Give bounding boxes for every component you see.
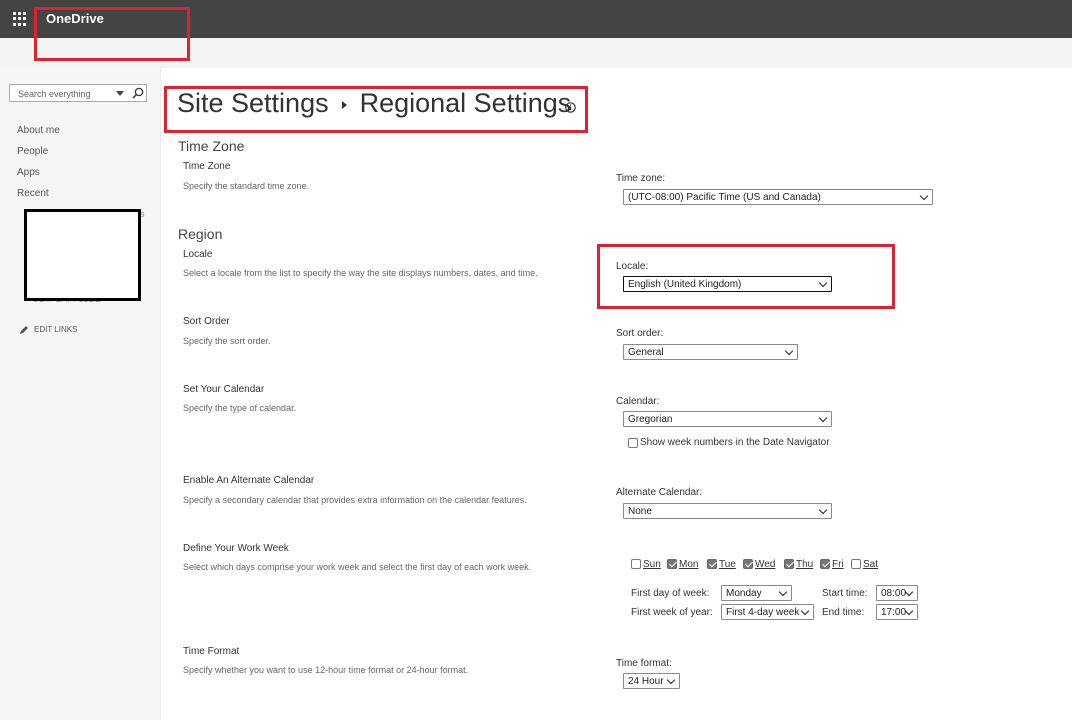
day-label-wed[interactable]: Wed — [755, 559, 775, 570]
time-zone-select[interactable]: (UTC-08:00) Pacific Time (US and Canada) — [623, 189, 933, 205]
day-label-sat[interactable]: Sat — [863, 559, 878, 570]
day-checkbox-mon[interactable] — [667, 559, 677, 569]
setting-desc-time-zone: Specify the standard time zone. — [183, 181, 310, 191]
chevron-down-icon — [778, 587, 788, 597]
end-time-value: 17:00 — [881, 607, 907, 618]
time-format-select[interactable]: 24 Hour — [623, 673, 680, 689]
day-checkbox-wed[interactable] — [743, 559, 753, 569]
setting-desc-work-week: Select which days comprise your work wee… — [183, 562, 532, 572]
left-navigation — [0, 68, 161, 720]
start-time-value: 08:00 — [881, 588, 907, 599]
alternate-calendar-select[interactable]: None — [623, 503, 832, 519]
search-icon[interactable] — [132, 87, 144, 99]
day-label-sun[interactable]: Sun — [643, 559, 661, 570]
search-scope-chevron-icon[interactable] — [116, 91, 124, 96]
first-day-value: Monday — [726, 588, 762, 599]
edit-links-button[interactable]: EDIT LINKS — [19, 325, 77, 335]
redaction-box — [24, 209, 141, 301]
sort-order-value: General — [628, 347, 664, 358]
time-format-value: 24 Hour — [628, 676, 664, 687]
calendar-value: Gregorian — [628, 414, 673, 425]
highlight-box-app-name — [34, 7, 190, 61]
time-format-label: Time format: — [616, 658, 672, 669]
sort-order-label: Sort order: — [616, 328, 664, 339]
day-label-mon[interactable]: Mon — [679, 559, 698, 570]
calendar-label: Calendar: — [616, 396, 660, 407]
pencil-icon — [20, 326, 28, 334]
day-checkbox-thu[interactable] — [784, 559, 794, 569]
app-launcher-icon[interactable] — [13, 12, 27, 26]
first-day-select[interactable]: Monday — [721, 585, 792, 601]
end-time-select[interactable]: 17:00 — [876, 604, 918, 620]
week-numbers-checkbox[interactable] — [628, 438, 638, 448]
chevron-down-icon — [818, 413, 828, 423]
setting-desc-time-format: Specify whether you want to use 12-hour … — [183, 665, 469, 675]
day-checkbox-sun[interactable] — [631, 559, 641, 569]
first-week-value: First 4-day week — [726, 607, 800, 618]
highlight-box-locale — [597, 244, 895, 309]
setting-title-work-week: Define Your Work Week — [183, 543, 289, 554]
first-day-label: First day of week: — [631, 588, 710, 599]
day-checkbox-sat[interactable] — [851, 559, 861, 569]
setting-title-alternate-calendar: Enable An Alternate Calendar — [183, 475, 315, 486]
setting-title-calendar: Set Your Calendar — [183, 384, 265, 395]
setting-title-time-format: Time Format — [183, 646, 240, 657]
edit-links-label: EDIT LINKS — [34, 325, 78, 335]
chevron-down-icon — [800, 606, 810, 616]
time-zone-label: Time zone: — [616, 173, 666, 184]
section-heading-region: Region — [178, 226, 223, 242]
setting-title-sort-order: Sort Order — [183, 316, 230, 327]
first-week-label: First week of year: — [631, 607, 713, 618]
alternate-calendar-label: Alternate Calendar: — [616, 487, 703, 498]
search-box[interactable]: Search everything — [9, 84, 147, 102]
setting-desc-calendar: Specify the type of calendar. — [183, 403, 297, 413]
setting-title-time-zone: Time Zone — [183, 161, 231, 172]
chevron-down-icon — [784, 346, 794, 356]
section-heading-time-zone: Time Zone — [178, 138, 245, 154]
start-time-label: Start time: — [822, 588, 868, 599]
setting-desc-locale: Select a locale from the list to specify… — [183, 268, 538, 278]
highlight-box-page-title — [164, 86, 588, 133]
day-label-thu[interactable]: Thu — [796, 559, 813, 570]
setting-desc-alternate-calendar: Specify a secondary calendar that provid… — [183, 495, 527, 505]
day-label-tue[interactable]: Tue — [719, 559, 736, 570]
time-zone-value: (UTC-08:00) Pacific Time (US and Canada) — [628, 192, 821, 203]
setting-title-locale: Locale — [183, 249, 213, 260]
chevron-down-icon — [919, 191, 929, 201]
start-time-select[interactable]: 08:00 — [876, 585, 918, 601]
alternate-calendar-value: None — [628, 506, 652, 517]
calendar-select[interactable]: Gregorian — [623, 411, 832, 427]
day-checkbox-fri[interactable] — [820, 559, 830, 569]
sort-order-select[interactable]: General — [623, 344, 798, 360]
chevron-down-icon — [666, 675, 676, 685]
sidebar-item-people[interactable]: People — [17, 146, 48, 157]
setting-desc-sort-order: Specify the sort order. — [183, 336, 271, 346]
sidebar-item-apps[interactable]: Apps — [17, 167, 40, 178]
day-checkbox-tue[interactable] — [707, 559, 717, 569]
day-label-fri[interactable]: Fri — [832, 559, 844, 570]
week-numbers-label[interactable]: Show week numbers in the Date Navigator — [640, 437, 830, 448]
first-week-select[interactable]: First 4-day week — [721, 604, 814, 620]
chevron-down-icon — [818, 505, 828, 515]
search-input[interactable]: Search everything — [18, 89, 91, 99]
sidebar-item-recent[interactable]: Recent — [17, 188, 49, 199]
end-time-label: End time: — [822, 607, 865, 618]
sidebar-item-about-me[interactable]: About me — [17, 125, 60, 136]
